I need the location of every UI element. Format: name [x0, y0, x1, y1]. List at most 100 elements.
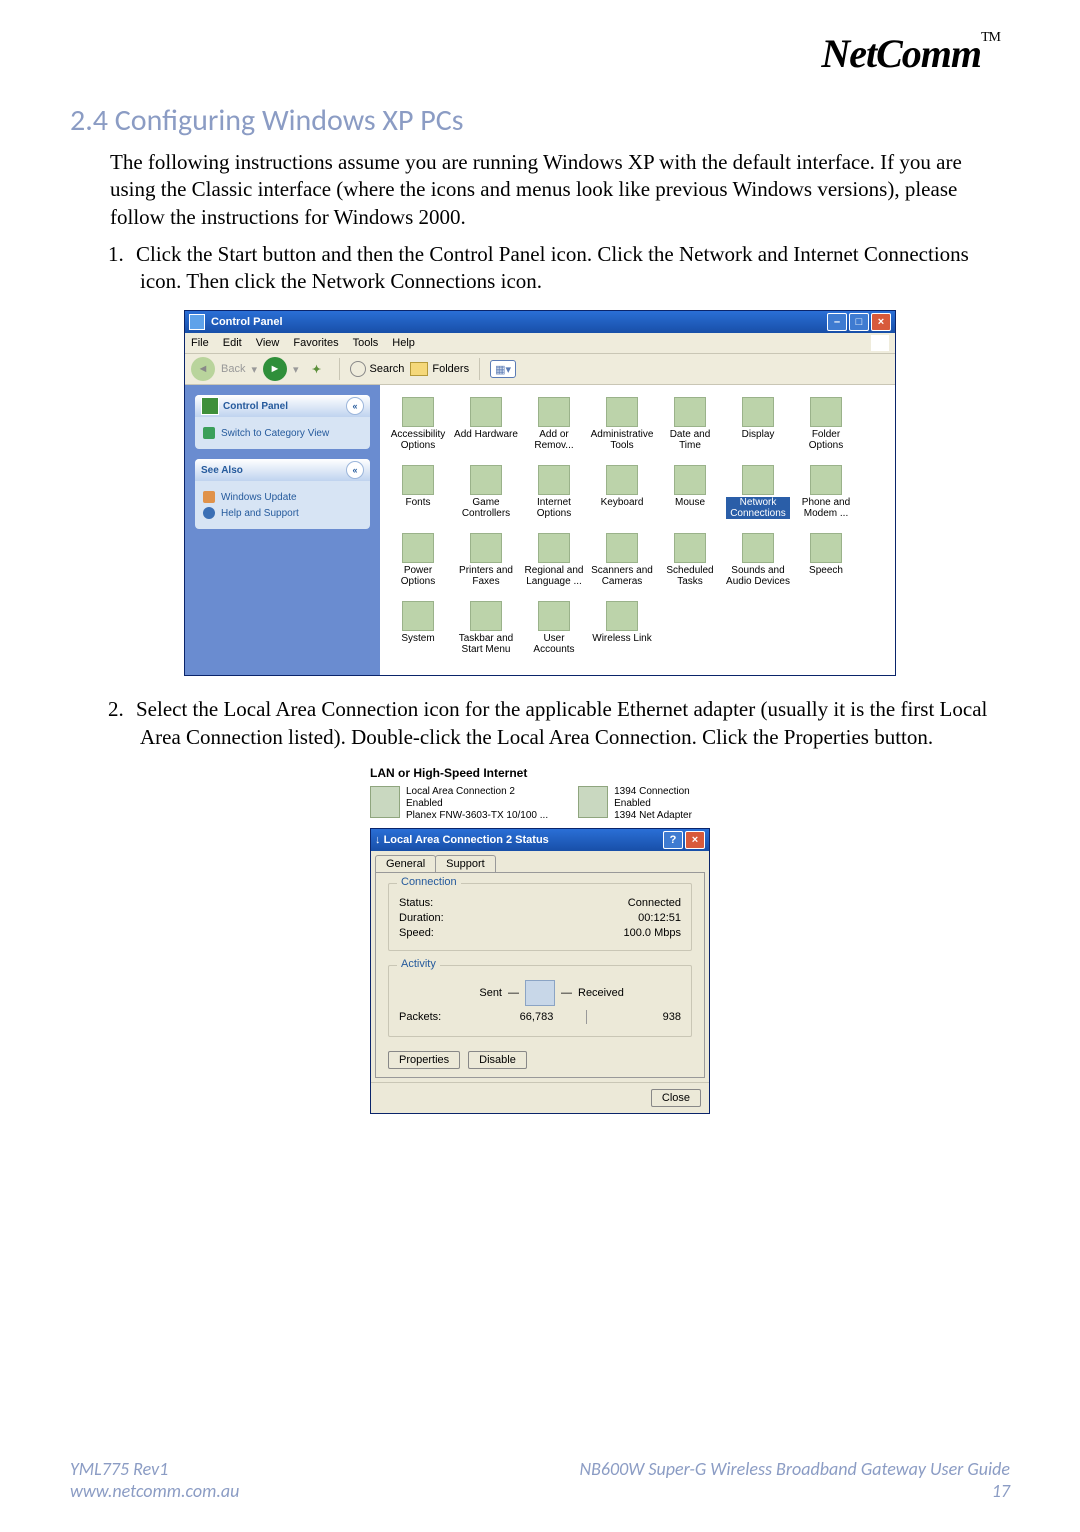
control-panel-item[interactable]: Folder Options — [792, 393, 860, 461]
windows-flag-icon — [871, 335, 889, 351]
collapse-icon[interactable]: « — [346, 461, 364, 479]
forward-button[interactable]: ► — [263, 357, 287, 381]
cp-icon — [810, 397, 842, 427]
cp-icon — [810, 465, 842, 495]
activity-group: Activity Sent——Received Packets:66,78393… — [388, 965, 692, 1037]
control-panel-item[interactable]: Regional and Language ... — [520, 529, 588, 597]
sidebar-panel-see-also: See Also« Windows Update Help and Suppor… — [195, 459, 370, 529]
control-panel-item[interactable]: Scanners and Cameras — [588, 529, 656, 597]
disable-button[interactable]: Disable — [468, 1051, 527, 1069]
page-footer: YML775 Rev1NB600W Super-G Wireless Broad… — [70, 1458, 1010, 1502]
cp-item-label: User Accounts — [522, 633, 586, 655]
menu-view[interactable]: View — [256, 337, 280, 349]
cp-icon — [470, 465, 502, 495]
brand-logo: NetCommTM — [70, 30, 1010, 77]
menu-favorites[interactable]: Favorites — [293, 337, 338, 349]
menu-file[interactable]: File — [191, 337, 209, 349]
screenshot-control-panel: Control Panel – □ × File Edit View Favor… — [184, 310, 896, 676]
menu-help[interactable]: Help — [392, 337, 415, 349]
control-panel-item[interactable]: Accessibility Options — [384, 393, 452, 461]
window-titlebar: Control Panel – □ × — [185, 311, 895, 333]
cp-icon — [402, 601, 434, 631]
close-button[interactable]: × — [871, 313, 891, 331]
cp-icon — [742, 397, 774, 427]
control-panel-item[interactable]: Mouse — [656, 461, 724, 529]
search-button[interactable]: Search — [350, 361, 405, 377]
cp-icon — [810, 533, 842, 563]
close-button[interactable]: × — [685, 831, 705, 849]
control-panel-item[interactable]: Date and Time — [656, 393, 724, 461]
section-heading: 2.4 Configuring Windows XP PCs — [70, 102, 1010, 139]
back-label: Back — [221, 363, 245, 375]
control-panel-item[interactable]: Keyboard — [588, 461, 656, 529]
cp-item-label: Administrative Tools — [590, 429, 654, 451]
help-support-link[interactable]: Help and Support — [203, 507, 362, 519]
control-panel-item[interactable]: Administrative Tools — [588, 393, 656, 461]
control-panel-item[interactable]: User Accounts — [520, 597, 588, 665]
cp-item-label: Internet Options — [522, 497, 586, 519]
cp-icon — [470, 533, 502, 563]
control-panel-item[interactable]: Fonts — [384, 461, 452, 529]
screenshot-lan-status: LAN or High-Speed Internet Local Area Co… — [370, 766, 710, 1114]
cp-item-label: Power Options — [386, 565, 450, 587]
view-button[interactable]: ▦▾ — [490, 360, 516, 378]
up-button[interactable]: ✦ — [305, 357, 329, 381]
control-panel-item[interactable]: Display — [724, 393, 792, 461]
control-panel-item[interactable]: Scheduled Tasks — [656, 529, 724, 597]
cp-item-label: Speech — [794, 565, 858, 576]
properties-button[interactable]: Properties — [388, 1051, 460, 1069]
control-panel-item[interactable]: System — [384, 597, 452, 665]
control-panel-item[interactable]: Speech — [792, 529, 860, 597]
network-icon — [578, 786, 608, 818]
control-panel-item[interactable]: Sounds and Audio Devices — [724, 529, 792, 597]
cp-icon — [606, 533, 638, 563]
minimize-button[interactable]: – — [827, 313, 847, 331]
control-panel-item[interactable]: Network Connections — [724, 461, 792, 529]
control-panel-item[interactable]: Add or Remov... — [520, 393, 588, 461]
folders-button[interactable]: Folders — [410, 362, 469, 376]
cp-item-label: Display — [726, 429, 790, 440]
windows-update-link[interactable]: Windows Update — [203, 491, 362, 503]
cp-item-label: Accessibility Options — [386, 429, 450, 451]
control-panel-item[interactable]: Add Hardware — [452, 393, 520, 461]
control-panel-item[interactable]: Phone and Modem ... — [792, 461, 860, 529]
control-panel-item[interactable]: Printers and Faxes — [452, 529, 520, 597]
activity-icon — [525, 980, 555, 1006]
control-panel-item — [792, 597, 860, 665]
cp-item-label: Regional and Language ... — [522, 565, 586, 587]
cp-icon — [538, 397, 570, 427]
close-dialog-button[interactable]: Close — [651, 1089, 701, 1107]
cp-item-label: Add Hardware — [454, 429, 518, 440]
cp-item-label: Fonts — [386, 497, 450, 508]
window-icon — [189, 314, 205, 330]
sidebar-panel-control-panel: Control Panel« Switch to Category View — [195, 395, 370, 449]
cp-item-label: Scheduled Tasks — [658, 565, 722, 587]
cp-icon — [402, 533, 434, 563]
maximize-button[interactable]: □ — [849, 313, 869, 331]
switch-view-link[interactable]: Switch to Category View — [203, 427, 362, 439]
step-2: 2.Select the Local Area Connection icon … — [140, 696, 1010, 751]
tab-support[interactable]: Support — [435, 855, 496, 872]
cp-item-label: Network Connections — [726, 497, 790, 519]
cp-icon — [606, 601, 638, 631]
cp-icon — [742, 465, 774, 495]
control-panel-item[interactable]: Power Options — [384, 529, 452, 597]
help-button[interactable]: ? — [663, 831, 683, 849]
control-panel-item[interactable]: Taskbar and Start Menu — [452, 597, 520, 665]
collapse-icon[interactable]: « — [346, 397, 364, 415]
tab-general[interactable]: General — [375, 855, 436, 872]
control-panel-item[interactable]: Internet Options — [520, 461, 588, 529]
tabs: General Support — [375, 855, 709, 872]
back-button[interactable]: ◄ — [191, 357, 215, 381]
control-panel-item[interactable]: Wireless Link — [588, 597, 656, 665]
connection-item-1394[interactable]: 1394 ConnectionEnabled1394 Net Adapter — [578, 786, 692, 822]
window-title: Control Panel — [211, 316, 283, 328]
cp-item-label: Folder Options — [794, 429, 858, 451]
control-panel-item[interactable]: Game Controllers — [452, 461, 520, 529]
menu-edit[interactable]: Edit — [223, 337, 242, 349]
cp-item-label: Game Controllers — [454, 497, 518, 519]
connection-item-local-area[interactable]: Local Area Connection 2EnabledPlanex FNW… — [370, 786, 548, 822]
cp-icon — [538, 465, 570, 495]
menu-tools[interactable]: Tools — [353, 337, 379, 349]
menu-bar: File Edit View Favorites Tools Help — [185, 333, 895, 353]
